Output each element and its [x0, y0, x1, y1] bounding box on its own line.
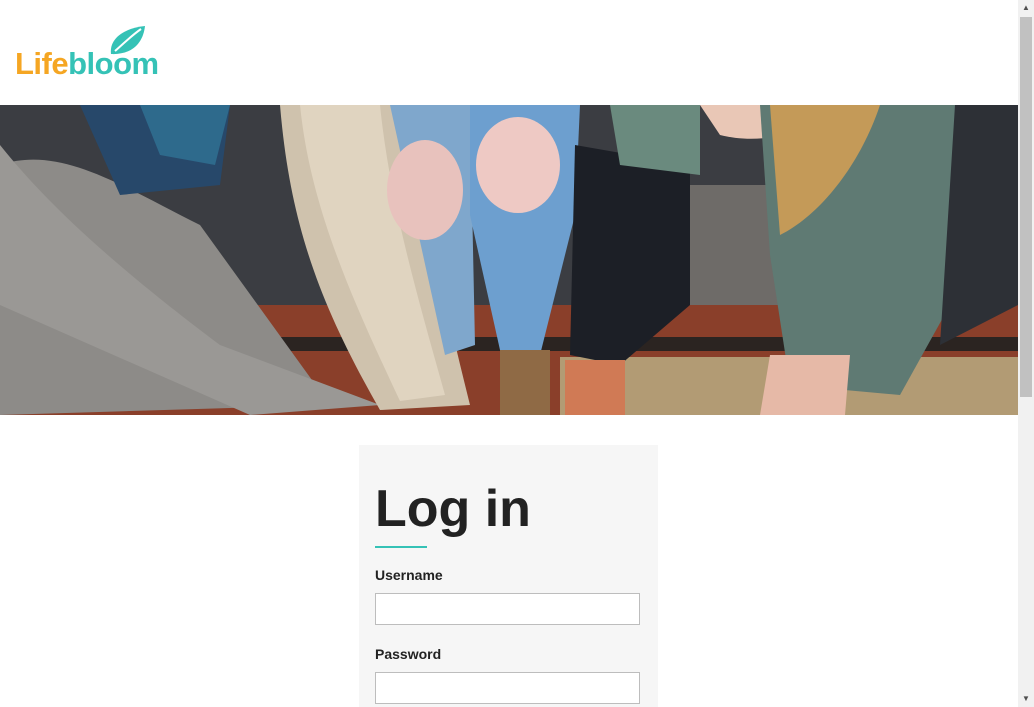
- username-label: Username: [375, 567, 443, 583]
- hero-image: [0, 105, 1018, 415]
- hero-photo-illustration: [0, 105, 1018, 415]
- login-card: Log in Username Password: [359, 445, 658, 707]
- site-header: Lifebloom: [0, 0, 1018, 105]
- title-accent-divider: [375, 546, 427, 548]
- logo-text: Lifebloom: [15, 46, 159, 82]
- logo-text-bloom: bloom: [68, 46, 159, 81]
- login-title: Log in: [375, 480, 531, 538]
- username-input[interactable]: [375, 593, 640, 625]
- scrollbar-thumb[interactable]: [1020, 17, 1032, 397]
- scroll-down-arrow-icon[interactable]: ▼: [1018, 691, 1034, 707]
- scroll-up-arrow-icon[interactable]: ▲: [1018, 0, 1034, 16]
- logo-text-life: Life: [15, 46, 69, 81]
- site-logo[interactable]: Lifebloom: [15, 24, 185, 84]
- page: Lifebloom Log in Username Password: [0, 0, 1018, 707]
- password-input[interactable]: [375, 672, 640, 704]
- vertical-scrollbar[interactable]: ▲ ▼: [1018, 0, 1034, 707]
- password-label: Password: [375, 646, 442, 662]
